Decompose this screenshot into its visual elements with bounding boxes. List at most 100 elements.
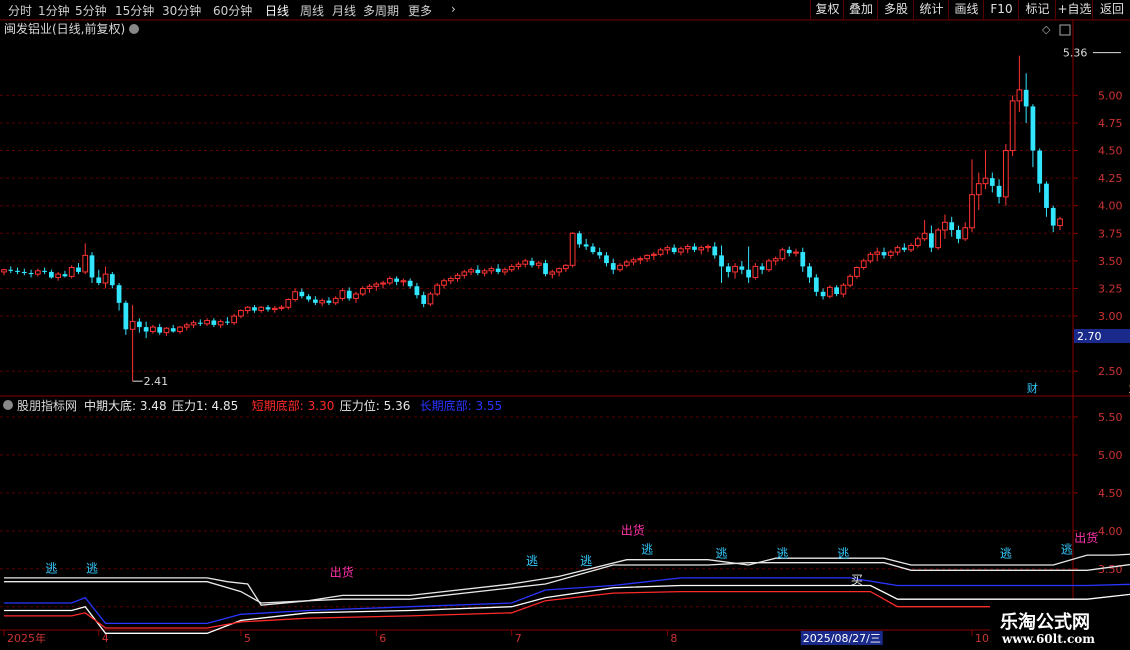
- candle-body-up: [380, 282, 386, 285]
- candle-body-up: [535, 262, 542, 266]
- x-axis-label: 7: [515, 632, 522, 645]
- candle-body-up: [34, 270, 41, 275]
- watermark-url: www.60lt.com: [1002, 632, 1095, 646]
- candle-body-down: [719, 255, 724, 267]
- main-chart-title: 闽发铝业(日线,前复权): [4, 21, 125, 36]
- indicator-signal-label: 出货: [621, 523, 645, 538]
- indicator-dropdown-icon: [3, 400, 13, 410]
- candle-body-down: [746, 269, 751, 278]
- crosshair-date-label: 2025/08/27/三: [803, 632, 881, 645]
- event-marker: 财: [1027, 381, 1038, 395]
- candle-body-up: [183, 324, 190, 328]
- x-axis-label: 2025年: [7, 631, 46, 645]
- candle-body-down: [1044, 183, 1049, 208]
- candle-body-up: [1002, 150, 1009, 198]
- candle-body-down: [543, 263, 548, 275]
- candle-body-up: [319, 300, 326, 304]
- candle-body-down: [211, 320, 217, 325]
- candle-body-up: [826, 286, 833, 297]
- candle-body-up: [854, 267, 860, 277]
- candle-body-down: [414, 286, 420, 296]
- candle-body-up: [982, 177, 989, 185]
- indicator-signal-label: 逃: [86, 562, 98, 576]
- candle-body-up: [292, 291, 298, 301]
- candle-body-down: [407, 280, 413, 287]
- indicator-line: [4, 590, 1130, 629]
- candle-body-down: [42, 270, 47, 272]
- candle-body-up: [705, 246, 711, 249]
- candle-body-down: [529, 260, 535, 266]
- candle-body-down: [956, 230, 961, 239]
- main-y-tick-label: 3.00: [1098, 310, 1123, 323]
- candle-body-up: [650, 253, 657, 256]
- candle-body-down: [49, 271, 54, 278]
- candle-body-down: [495, 268, 501, 272]
- candle-body-down: [813, 277, 819, 292]
- candle-body-up: [887, 251, 894, 256]
- diamond-icon: ◇: [1042, 23, 1051, 36]
- candle-body-up: [935, 229, 942, 249]
- candle-body-down: [306, 296, 311, 300]
- candle-body-down: [996, 185, 1002, 197]
- candle-body-down: [137, 321, 142, 328]
- candle-body-up: [339, 290, 346, 299]
- candle-body-up: [285, 299, 292, 308]
- candle-body-up: [386, 278, 393, 284]
- title-dropdown-icon: [129, 24, 139, 34]
- candle-body-up: [150, 326, 156, 333]
- candle-body-down: [21, 271, 27, 274]
- candle-body-down: [712, 246, 718, 256]
- candle-body-up: [1016, 89, 1023, 102]
- indicator-y-tick-label: 4.50: [1098, 487, 1123, 500]
- candle-body-down: [725, 266, 731, 272]
- candle-body-up: [244, 306, 251, 312]
- candle-body-up: [447, 278, 454, 282]
- candle-body-down: [475, 269, 481, 274]
- candle-body-up: [772, 258, 779, 262]
- high-annotation-label: 5.36: [1063, 47, 1088, 60]
- candle-body-down: [759, 266, 765, 270]
- indicator-line: [4, 562, 1130, 604]
- indicator-signal-label: 逃: [580, 554, 592, 568]
- candle-body-down: [8, 269, 14, 271]
- candle-body-down: [1030, 106, 1036, 151]
- candle-body-up: [204, 319, 210, 325]
- candle-body-down: [1023, 89, 1029, 107]
- main-y-tick-label: 4.25: [1098, 172, 1123, 185]
- candle-body-down: [109, 274, 115, 286]
- candle-body-up: [522, 260, 529, 265]
- candle-body-up: [908, 244, 914, 251]
- indicator-y-tick-label: 4.00: [1098, 525, 1123, 538]
- candle-body-up: [190, 322, 197, 326]
- indicator-signal-label: 逃: [45, 562, 57, 576]
- candle-body-down: [170, 328, 176, 332]
- candle-body-up: [1, 269, 7, 273]
- candle-body-up: [975, 183, 982, 196]
- candle-body-down: [597, 252, 603, 256]
- candle-body-up: [177, 326, 183, 333]
- candle-body-down: [15, 270, 20, 272]
- x-axis-label: 8: [670, 632, 677, 645]
- candle-body-up: [129, 321, 136, 330]
- candle-body-up: [359, 287, 366, 295]
- indicator-signal-label: 出货: [330, 564, 354, 579]
- candle-body-down: [590, 246, 596, 253]
- candle-body-up: [502, 269, 508, 273]
- candle-body-up: [427, 293, 434, 305]
- candle-body-up: [441, 280, 447, 286]
- candle-body-up: [481, 270, 488, 274]
- main-y-tick-label: 3.25: [1098, 282, 1123, 295]
- candle-body-up: [732, 265, 738, 273]
- x-axis-label: 10: [975, 632, 989, 645]
- x-axis-label: 4: [102, 632, 109, 645]
- candle-body-down: [62, 274, 68, 277]
- candle-body-up: [921, 232, 928, 240]
- indicator-legend-item: 长期底部: 3.55: [420, 398, 503, 413]
- indicator-y-tick-label: 5.00: [1098, 449, 1123, 462]
- candle-body-down: [28, 273, 34, 275]
- watermark: 乐淘公式网 www.60lt.com: [990, 600, 1130, 650]
- candle-body-down: [786, 249, 792, 254]
- candle-body-down: [949, 222, 955, 230]
- candle-body-up: [400, 280, 407, 283]
- candle-body-up: [373, 283, 380, 287]
